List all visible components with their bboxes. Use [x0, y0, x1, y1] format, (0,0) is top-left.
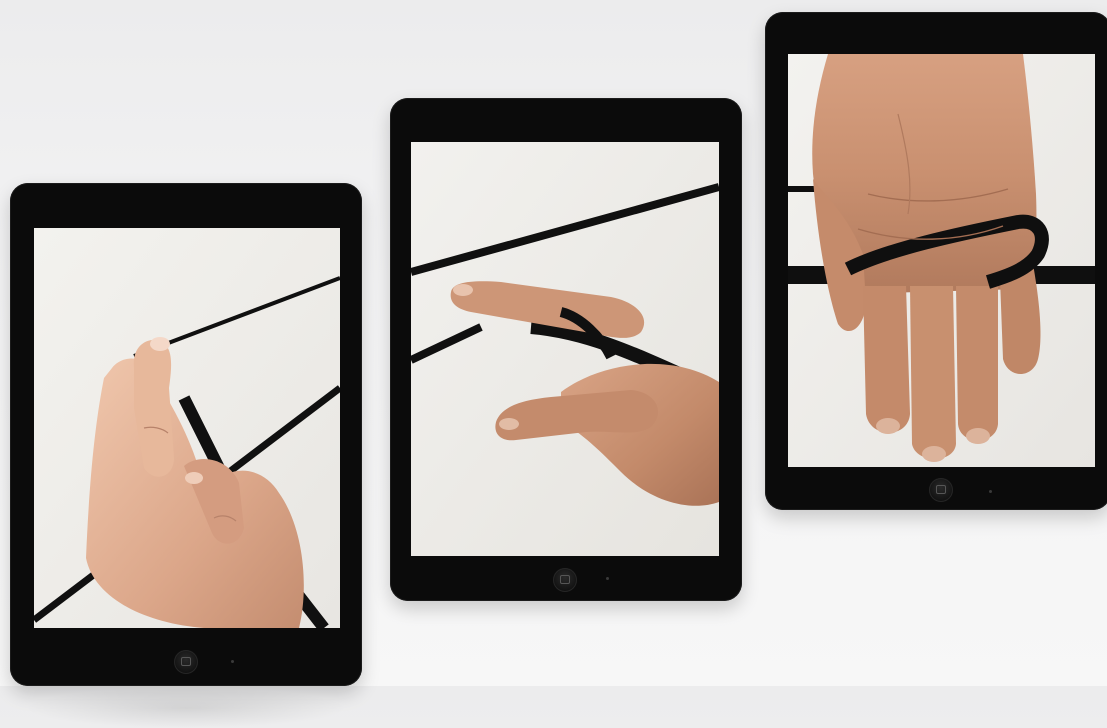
tablet-1-reflection — [24, 688, 348, 728]
sensor-dot — [989, 490, 992, 493]
tablet-2 — [390, 98, 742, 601]
home-button-icon — [174, 650, 198, 674]
tablet-3-screen-photo — [788, 54, 1095, 467]
sensor-dot — [606, 577, 609, 580]
strap-hand-photo-1 — [34, 228, 340, 628]
tablet-1 — [10, 183, 362, 728]
strap-hand-photo-3 — [788, 54, 1095, 467]
tablet-showcase — [0, 0, 1107, 728]
tablet-2-screen-photo — [411, 142, 719, 556]
tablet-1-screen-photo — [34, 228, 340, 628]
home-button-icon — [553, 568, 577, 592]
sensor-dot — [231, 660, 234, 663]
strap-hand-photo-2 — [411, 142, 719, 556]
home-button-icon — [929, 478, 953, 502]
tablet-3 — [765, 12, 1107, 510]
